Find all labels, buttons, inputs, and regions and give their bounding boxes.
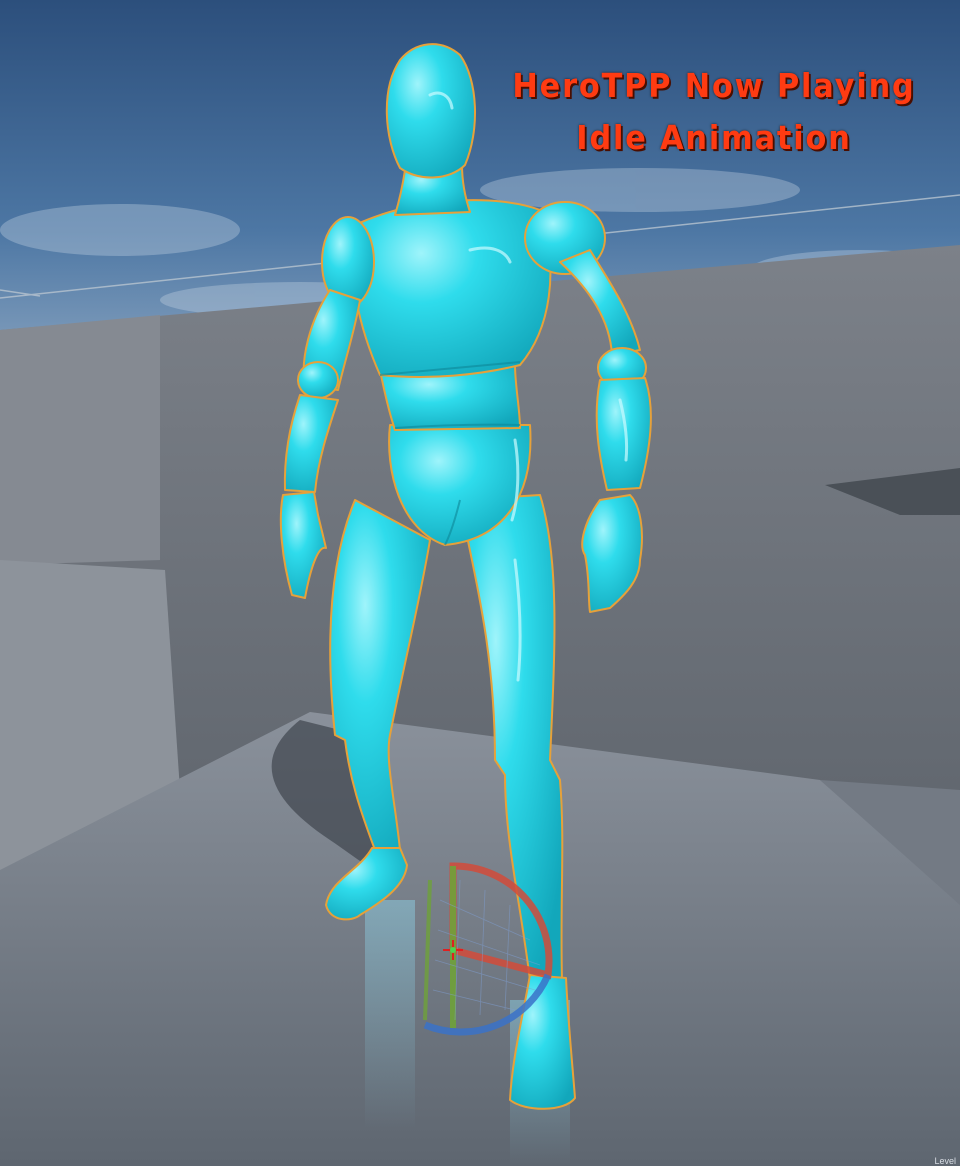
level-viewport[interactable]: HeroTPP Now Playing Idle Animation Level bbox=[0, 0, 960, 1166]
head bbox=[385, 43, 477, 179]
viewport-scene[interactable] bbox=[0, 0, 960, 1166]
level-label: Level bbox=[934, 1156, 956, 1166]
now-playing-line-2: Idle Animation bbox=[576, 118, 852, 157]
chest bbox=[350, 199, 552, 378]
now-playing-line-1: HeroTPP Now Playing bbox=[512, 66, 916, 105]
left-elbow bbox=[297, 361, 339, 399]
foot-reflection-left bbox=[365, 900, 415, 1130]
now-playing-overlay: HeroTPP Now Playing Idle Animation bbox=[508, 60, 920, 164]
right-forearm bbox=[595, 377, 652, 491]
left-wall bbox=[0, 315, 160, 565]
